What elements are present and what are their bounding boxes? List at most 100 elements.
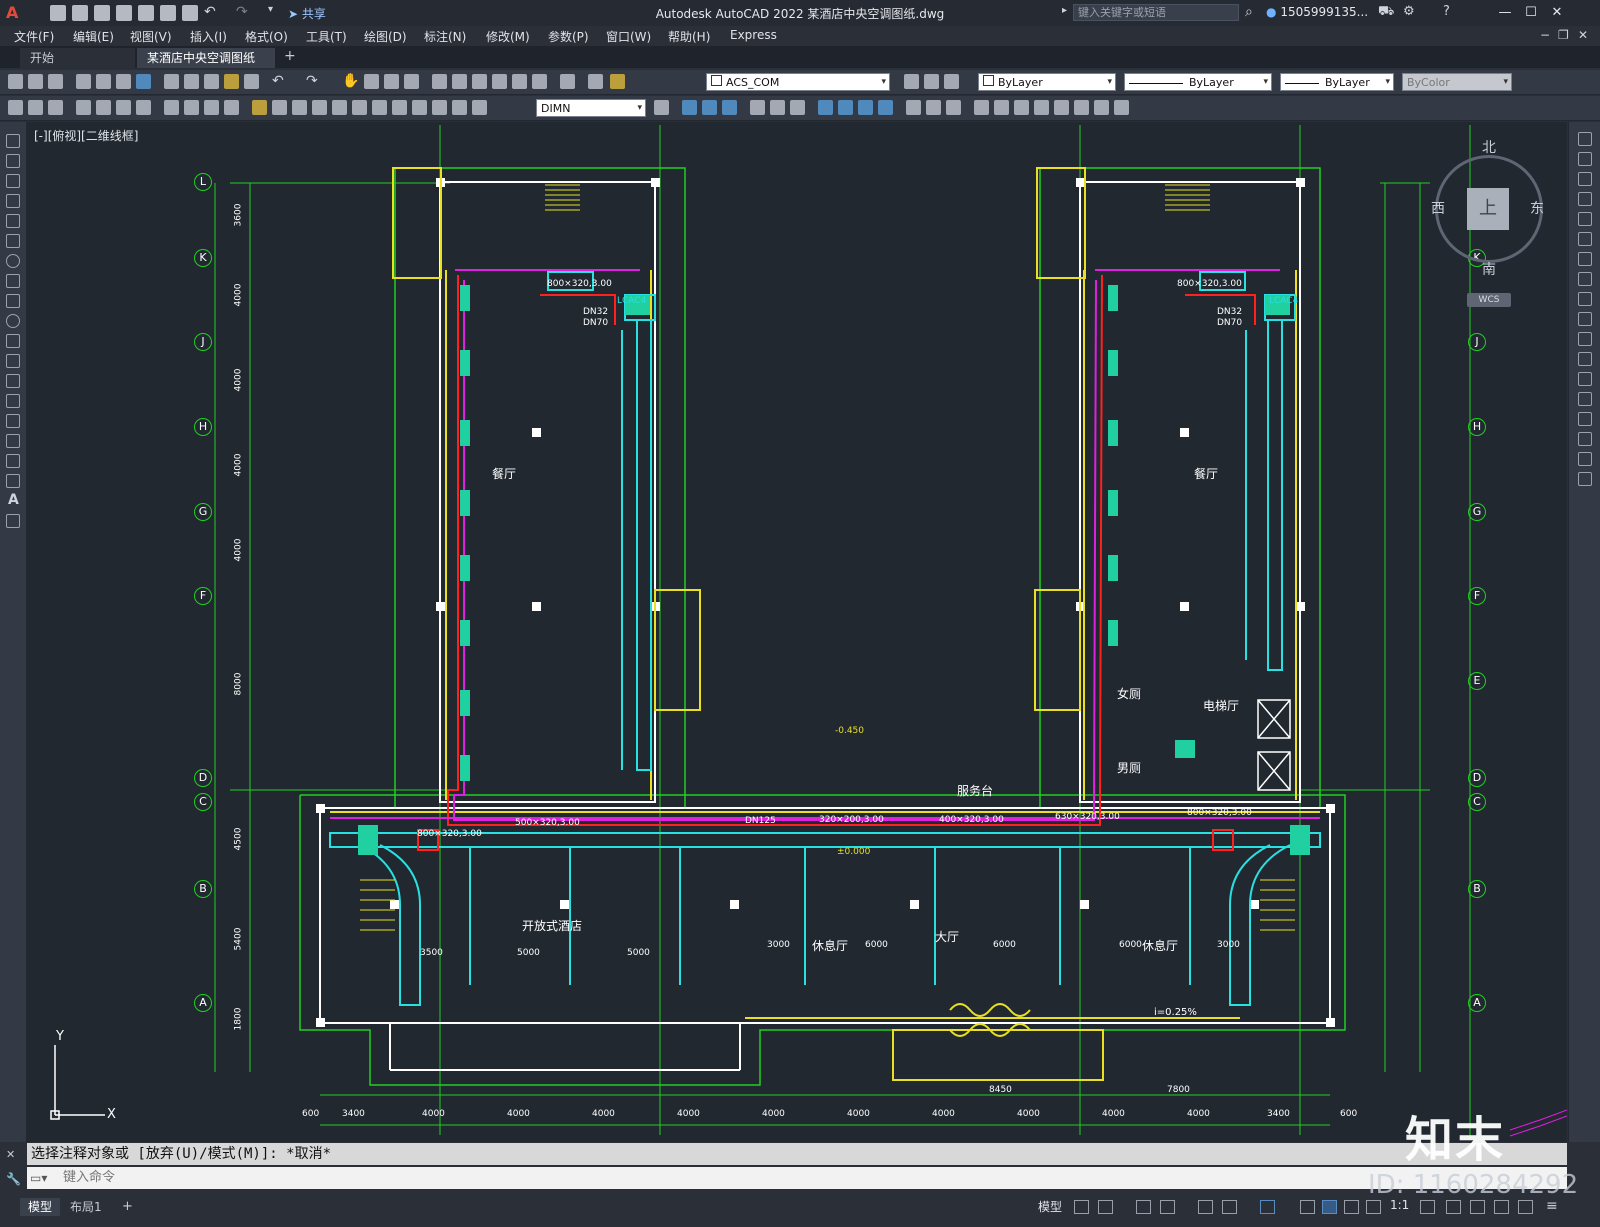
menu-view[interactable]: 视图(V) — [130, 28, 172, 45]
3d-wedge-icon[interactable] — [702, 100, 717, 115]
3d-dwf-icon[interactable] — [136, 74, 151, 89]
redo-icon[interactable]: ↷ — [236, 4, 248, 20]
search-expand-icon[interactable]: ▸ — [1062, 5, 1067, 16]
mtext-icon[interactable]: A — [8, 492, 19, 508]
linetype-dropdown[interactable]: ByLayer ▾ — [1124, 73, 1272, 91]
arc-length-icon[interactable] — [116, 100, 131, 115]
subtract-icon[interactable] — [838, 100, 853, 115]
zoom-window-icon[interactable] — [384, 74, 399, 89]
cart-icon[interactable]: ⛟ — [1378, 4, 1394, 21]
materials-icon[interactable] — [1014, 100, 1029, 115]
command-input[interactable]: 键入命令 — [27, 1167, 1567, 1189]
menu-edit[interactable]: 编辑(E) — [73, 28, 114, 45]
dim-edit-icon[interactable] — [432, 100, 447, 115]
doc-restore-icon[interactable]: ❐ — [1558, 28, 1569, 42]
annotation-scale[interactable]: 1:1 — [1390, 1198, 1409, 1212]
scale-icon[interactable] — [1578, 272, 1592, 286]
tab-layout1[interactable]: 布局1 — [62, 1198, 110, 1216]
close-button[interactable]: ✕ — [1544, 3, 1570, 23]
properties-icon[interactable] — [432, 74, 447, 89]
dimstyle-dropdown[interactable]: DIMN ▾ — [536, 99, 646, 117]
dim-text-edit-icon[interactable] — [452, 100, 467, 115]
menu-dimension[interactable]: 标注(N) — [424, 28, 466, 45]
snap-toggle-icon[interactable] — [1098, 1200, 1113, 1214]
diameter-dim-icon[interactable] — [204, 100, 219, 115]
arc-icon[interactable] — [6, 234, 20, 248]
lights-icon[interactable] — [1034, 100, 1049, 115]
tolerance-icon[interactable] — [352, 100, 367, 115]
menu-help[interactable]: 帮助(H) — [668, 28, 710, 45]
open-icon[interactable] — [28, 74, 43, 89]
gradient-icon[interactable] — [6, 434, 20, 448]
menu-express[interactable]: Express — [730, 28, 777, 42]
dim-space-icon[interactable] — [312, 100, 327, 115]
customize-qa-icon[interactable]: ▾ — [268, 4, 273, 15]
orbit-icon[interactable] — [1114, 100, 1129, 115]
copy-object-icon[interactable] — [1578, 152, 1592, 166]
menu-draw[interactable]: 绘图(D) — [364, 28, 407, 45]
isolate-objects-icon[interactable] — [1470, 1200, 1485, 1214]
radius-dim-icon[interactable] — [164, 100, 179, 115]
command-close-icon[interactable]: ✕ — [6, 1148, 15, 1161]
compass-south[interactable]: 南 — [1482, 259, 1496, 279]
plot-preview-icon[interactable] — [96, 74, 111, 89]
auto-scale-icon[interactable] — [1366, 1200, 1381, 1214]
paste-icon[interactable] — [204, 74, 219, 89]
intersect-icon[interactable] — [858, 100, 873, 115]
doc-close-icon[interactable]: ✕ — [1578, 28, 1588, 42]
join-icon[interactable] — [1578, 392, 1592, 406]
help-icon[interactable] — [560, 74, 575, 89]
lineweight-dropdown[interactable]: ByLayer ▾ — [1280, 73, 1394, 91]
mirror-icon[interactable] — [1578, 172, 1592, 186]
help-icon[interactable]: ? — [1443, 4, 1450, 19]
3d-rotate-icon[interactable] — [926, 100, 941, 115]
compass-north[interactable]: 北 — [1482, 137, 1496, 157]
copy-icon[interactable] — [184, 74, 199, 89]
layer-properties-icon[interactable] — [588, 74, 603, 89]
aligned-dim-icon[interactable] — [96, 100, 111, 115]
compass-west[interactable]: 西 — [1431, 198, 1445, 218]
selection-cycling-icon[interactable] — [1322, 1200, 1337, 1214]
save-as-icon[interactable] — [116, 5, 132, 21]
ortho-toggle-icon[interactable] — [1136, 1200, 1151, 1214]
new-tab-button[interactable]: + — [284, 48, 296, 64]
undo-icon[interactable]: ↶ — [204, 4, 216, 20]
dim-break-icon[interactable] — [332, 100, 347, 115]
menu-insert[interactable]: 插入(I) — [190, 28, 227, 45]
3d-align-icon[interactable] — [946, 100, 961, 115]
redo-icon[interactable]: ↷ — [306, 73, 318, 89]
blend-icon[interactable] — [1578, 452, 1592, 466]
osnap-tracking-icon[interactable] — [1198, 1200, 1213, 1214]
command-prompt-icon[interactable]: ▭▾ — [30, 1171, 47, 1185]
wcs-menu[interactable]: WCS — [1467, 293, 1511, 307]
center-mark-icon[interactable] — [372, 100, 387, 115]
open-file-icon[interactable] — [72, 5, 88, 21]
region-icon[interactable] — [6, 454, 20, 468]
make-current-layer-icon[interactable] — [904, 74, 919, 89]
menu-file[interactable]: 文件(F) — [14, 28, 54, 45]
menu-parametric[interactable]: 参数(P) — [548, 28, 589, 45]
save-web-icon[interactable] — [160, 5, 176, 21]
linear-dim-icon[interactable] — [76, 100, 91, 115]
visual-style-icon[interactable] — [974, 100, 989, 115]
polyline-icon[interactable] — [6, 174, 20, 188]
construction-line-icon[interactable] — [6, 154, 20, 168]
explode-icon[interactable] — [1578, 472, 1592, 486]
save-icon[interactable] — [48, 74, 63, 89]
design-center-icon[interactable] — [452, 74, 467, 89]
add-selected-icon[interactable] — [6, 514, 20, 528]
plot-icon[interactable] — [182, 5, 198, 21]
3d-cone-icon[interactable] — [722, 100, 737, 115]
menu-tools[interactable]: 工具(T) — [306, 28, 347, 45]
markup-icon[interactable] — [512, 74, 527, 89]
minimize-button[interactable]: — — [1492, 3, 1518, 23]
baseline-dim-icon[interactable] — [272, 100, 287, 115]
menu-modify[interactable]: 修改(M) — [486, 28, 530, 45]
compass-east[interactable]: 东 — [1530, 198, 1544, 218]
union-icon[interactable] — [818, 100, 833, 115]
customization-menu-icon[interactable]: ≡ — [1546, 1198, 1558, 1214]
add-layout-button[interactable]: + — [114, 1198, 141, 1216]
tool-palettes-icon[interactable] — [472, 74, 487, 89]
jogged-dim-icon[interactable] — [184, 100, 199, 115]
new-file-icon[interactable] — [50, 5, 66, 21]
